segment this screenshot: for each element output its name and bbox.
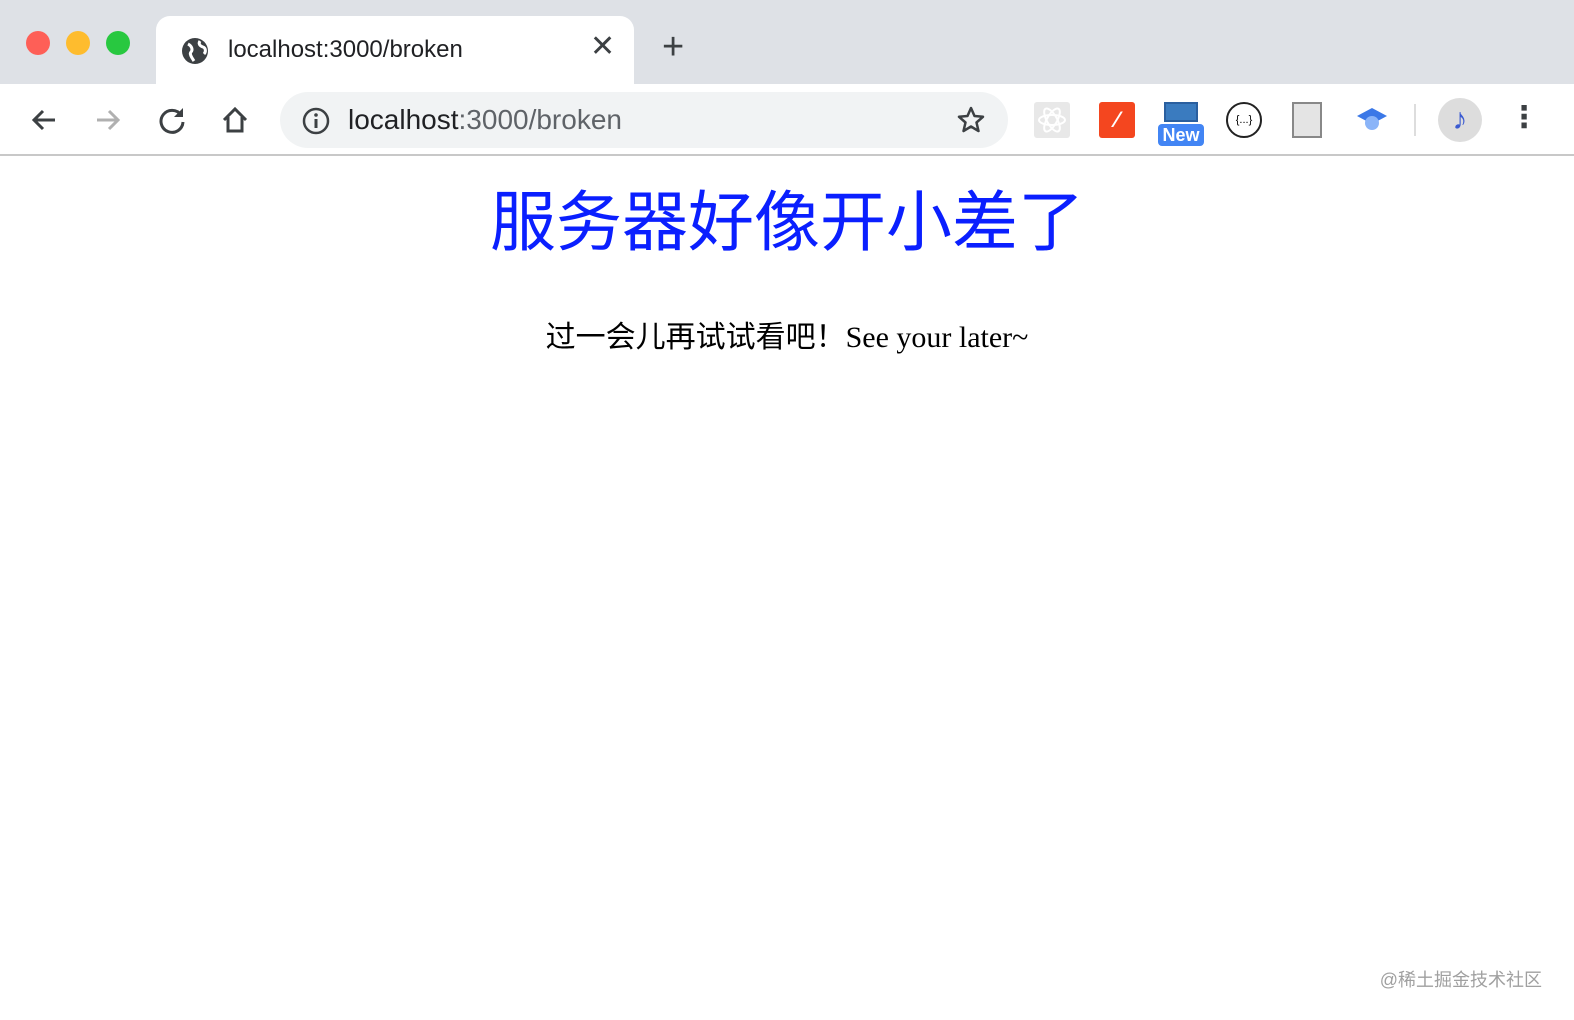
- graduation-cap-icon[interactable]: [1354, 102, 1390, 138]
- url-host: localhost: [348, 104, 459, 135]
- window-minimize-button[interactable]: [66, 31, 90, 55]
- tab-active[interactable]: localhost:3000/broken ✕: [156, 16, 634, 84]
- page-content: 服务器好像开小差了 过一会儿再试试看吧！See your later~: [0, 158, 1574, 356]
- new-extension-icon[interactable]: New: [1158, 102, 1204, 146]
- window-maximize-button[interactable]: [106, 31, 130, 55]
- react-devtools-icon[interactable]: [1034, 102, 1070, 138]
- profile-avatar[interactable]: ♪: [1438, 98, 1482, 142]
- forward-button[interactable]: [90, 102, 126, 138]
- toolbar-divider: [1414, 104, 1416, 136]
- document-icon[interactable]: [1292, 102, 1322, 138]
- window-close-button[interactable]: [26, 31, 50, 55]
- browser-toolbar: localhost:3000/broken ⁄ New {...} ♪ ⋮: [0, 84, 1574, 156]
- info-icon[interactable]: [302, 107, 330, 135]
- tab-strip: localhost:3000/broken ✕ +: [0, 0, 1574, 84]
- code-extension-icon[interactable]: ⁄: [1099, 102, 1135, 138]
- arrow-right-icon: [97, 109, 121, 131]
- home-button[interactable]: [217, 102, 253, 138]
- new-badge: New: [1158, 124, 1204, 146]
- reload-icon: [159, 108, 185, 134]
- page-title: 服务器好像开小差了: [490, 187, 1084, 260]
- reload-button[interactable]: [154, 102, 190, 138]
- globe-icon: [182, 38, 208, 64]
- watermark: @稀土掘金技术社区: [1379, 970, 1542, 990]
- close-icon[interactable]: ✕: [590, 32, 615, 62]
- json-formatter-icon[interactable]: {...}: [1226, 102, 1262, 138]
- plus-icon[interactable]: +: [662, 28, 684, 66]
- star-icon[interactable]: [956, 105, 986, 135]
- error-message: 过一会儿再试试看吧！See your later~: [545, 321, 1029, 354]
- more-menu-icon[interactable]: ⋮: [1506, 102, 1542, 138]
- url-text: localhost:3000/broken: [348, 104, 622, 136]
- url-path: :3000/broken: [458, 104, 622, 135]
- arrow-left-icon: [31, 109, 55, 131]
- home-icon: [222, 106, 248, 133]
- back-button[interactable]: [26, 102, 62, 138]
- address-bar[interactable]: localhost:3000/broken: [280, 92, 1008, 148]
- tab-title: localhost:3000/broken: [228, 36, 463, 63]
